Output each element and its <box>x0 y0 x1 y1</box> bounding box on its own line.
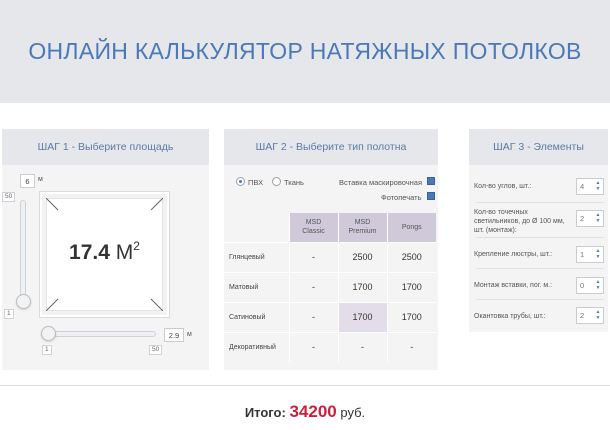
length-slider-handle[interactable] <box>41 326 56 341</box>
price-cell[interactable]: 1700 <box>386 301 436 332</box>
col-msd-classic-line2: Classic <box>302 228 325 236</box>
total-value: 34200 <box>289 402 337 421</box>
price-cell[interactable]: - <box>386 331 436 362</box>
price-table-header: MSD Classic MSD Premium Pongs <box>224 213 436 242</box>
step1-title: ШАГ 1 - Выберите площадь <box>2 129 209 165</box>
step3-title: ШАГ 3 - Элементы <box>469 129 608 165</box>
corners-label: Кол-во углов, шт.: <box>474 183 532 190</box>
width-slider[interactable] <box>20 200 26 308</box>
page-title: ОНЛАЙН КАЛЬКУЛЯТОР НАТЯЖНЫХ ПОТОЛКОВ <box>28 38 582 64</box>
length-slider[interactable] <box>46 331 156 337</box>
radio-fabric-label: Ткань <box>284 178 304 187</box>
width-slider-handle[interactable] <box>16 294 31 309</box>
photoprint-checkbox[interactable] <box>427 192 435 200</box>
insert-mounting-stepper[interactable]: 0 ▲ ▼ <box>576 277 604 294</box>
spotlights-stepper[interactable]: 2 ▲ ▼ <box>576 210 604 227</box>
step2-title: ШАГ 2 - Выберите тип полотна <box>224 129 438 165</box>
divider <box>476 202 604 203</box>
length-min-label: 1 <box>42 345 52 355</box>
corners-value: 4 <box>580 182 585 191</box>
section-divider <box>0 385 610 386</box>
col-msd-classic-line1: MSD <box>305 219 322 227</box>
insert-mounting-label: Монтаж вставки, пог. м.: <box>474 282 553 289</box>
radio-fabric[interactable] <box>272 177 281 186</box>
radio-pvc-label: ПВХ <box>248 178 264 187</box>
price-cell[interactable]: - <box>288 241 338 272</box>
table-row: Глянцевый - 2500 2500 <box>224 241 436 272</box>
chandelier-label: Крепление люстры, шт.: <box>474 251 553 258</box>
corners-stepper[interactable]: 4 ▲ ▼ <box>576 178 604 195</box>
total-line: Итого: 34200 руб. <box>0 402 610 422</box>
row-glossy-label: Глянцевый <box>224 241 289 272</box>
pipe-edging-label: Окантовка трубы, шт.: <box>474 313 546 320</box>
area-display: 17.4 М2 <box>40 239 169 265</box>
price-cell[interactable]: 1700 <box>386 271 436 302</box>
price-table: MSD Classic MSD Premium Pongs Глянцевый - … <box>224 213 436 362</box>
price-cell-selected[interactable]: 1700 <box>337 301 387 332</box>
area-unit: М <box>115 241 134 264</box>
price-cell[interactable]: - <box>337 331 387 362</box>
divider <box>476 268 604 269</box>
photoprint-label: Фотопечать <box>381 193 422 202</box>
col-msd-premium: MSD Premium <box>337 213 387 242</box>
width-unit: м <box>38 176 43 183</box>
pipe-edging-value: 2 <box>580 311 585 320</box>
row-decorative-label: Декоративный <box>224 331 289 362</box>
spotlights-value: 2 <box>580 214 585 223</box>
divider <box>476 237 604 238</box>
table-row: Матовый - 1700 1700 <box>224 271 436 302</box>
price-cell[interactable]: 2500 <box>337 241 387 272</box>
total-currency: руб. <box>340 405 366 420</box>
table-row: Сатиновый - 1700 1700 <box>224 301 436 332</box>
length-unit: м <box>187 331 192 338</box>
spotlights-label: Кол-во точечных светильников, до Ø 100 м… <box>474 209 565 234</box>
price-table-corner <box>224 213 289 242</box>
masking-insert-label: Вставка маскировочная <box>339 178 423 187</box>
row-satin-label: Сатиновый <box>224 301 289 332</box>
total-label: Итого: <box>244 405 286 420</box>
chandelier-value: 1 <box>580 250 585 259</box>
stepper-arrows-icon[interactable]: ▲ ▼ <box>594 248 602 261</box>
width-max-label: 50 <box>2 192 16 202</box>
stepper-arrows-icon[interactable]: ▲ ▼ <box>594 279 602 292</box>
row-matte-label: Матовый <box>224 271 289 302</box>
price-cell[interactable]: 1700 <box>337 271 387 302</box>
area-unit-power: 2 <box>133 239 140 253</box>
price-cell[interactable]: - <box>288 331 338 362</box>
col-msd-premium-line2: Premium <box>348 228 377 236</box>
price-cell[interactable]: - <box>288 271 338 302</box>
width-min-label: 1 <box>4 309 14 319</box>
price-cell[interactable]: - <box>288 301 338 332</box>
price-cell[interactable]: 2500 <box>386 241 436 272</box>
radio-pvc[interactable] <box>236 177 245 186</box>
area-value: 17.4 <box>69 241 110 264</box>
insert-mounting-value: 0 <box>580 281 585 290</box>
chandelier-stepper[interactable]: 1 ▲ ▼ <box>576 246 604 263</box>
pipe-edging-stepper[interactable]: 2 ▲ ▼ <box>576 307 604 324</box>
stepper-arrows-icon[interactable]: ▲ ▼ <box>594 180 602 193</box>
divider <box>476 299 604 300</box>
stepper-arrows-icon[interactable]: ▲ ▼ <box>594 212 602 225</box>
table-row: Декоративный - - - <box>224 331 436 362</box>
stepper-arrows-icon[interactable]: ▲ ▼ <box>594 309 602 322</box>
masking-insert-checkbox[interactable] <box>427 177 435 185</box>
col-msd-premium-line1: MSD <box>354 219 371 227</box>
col-pongs-line1: Pongs <box>401 223 422 231</box>
length-max-label: 50 <box>149 345 163 355</box>
col-msd-classic: MSD Classic <box>288 213 338 242</box>
length-input[interactable]: 2.9 <box>164 328 184 342</box>
page-header: ОНЛАЙН КАЛЬКУЛЯТОР НАТЯЖНЫХ ПОТОЛКОВ <box>0 0 610 103</box>
width-input[interactable]: 6 <box>20 174 35 188</box>
col-pongs: Pongs <box>386 213 436 242</box>
